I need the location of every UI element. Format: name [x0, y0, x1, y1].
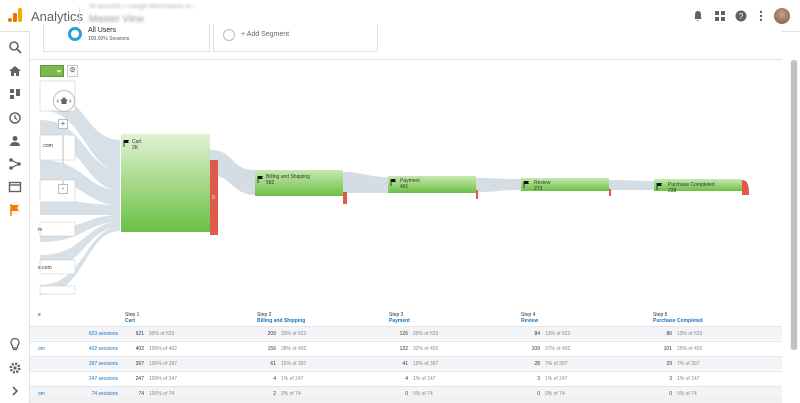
row-count: 132 — [399, 346, 408, 352]
drop-off-bar — [742, 180, 749, 195]
drop-off-bar — [609, 189, 611, 196]
row-percentage: 13% of 623 — [545, 331, 571, 337]
table-header-step: Step 4 Review — [521, 312, 538, 324]
drop-off-marker: 0 — [212, 195, 215, 201]
row-count: 101 — [663, 346, 672, 352]
row-percentage: 1% of 247 — [281, 376, 304, 382]
step-name-link[interactable]: Payment — [389, 318, 410, 324]
row-percentage: 100% of 397 — [149, 361, 178, 367]
node-label-review: Review 273 — [534, 180, 550, 192]
table-row: om 402 sessions 402 100% of 402 156 38% of 40… — [30, 341, 782, 355]
row-percentage: 25% of 402 — [677, 346, 703, 352]
source-node — [39, 221, 76, 237]
row-count: 4 — [405, 376, 408, 382]
node-value: 273 — [534, 186, 543, 192]
row-percentage: 99% of 623 — [149, 331, 175, 337]
source-label: e.com — [38, 265, 52, 271]
row-percentage: 13% of 623 — [677, 331, 703, 337]
row-count: 126 — [399, 331, 408, 337]
settings-gear-button[interactable]: ⚙ — [67, 65, 78, 77]
node-value: 582 — [266, 180, 275, 186]
horizontal-scrollbar[interactable] — [30, 395, 782, 403]
row-percentage: 1% of 247 — [677, 376, 700, 382]
chevron-down-icon — [56, 69, 62, 73]
row-sessions-link[interactable]: 623 sessions — [89, 331, 118, 337]
source-label: m — [38, 227, 43, 233]
row-count: 61 — [270, 361, 276, 367]
step-name-link[interactable]: Purchase Completed — [653, 318, 703, 324]
table-row: 247 sessions 247 100% of 247 4 1% of 247 4 1% … — [30, 371, 782, 385]
row-count: 402 — [135, 346, 144, 352]
row-percentage: 10% of 397 — [413, 361, 439, 367]
row-percentage: 100% of 402 — [149, 346, 178, 352]
source-node — [39, 285, 76, 295]
row-sessions-link[interactable]: 402 sessions — [89, 346, 118, 352]
row-count: 156 — [267, 346, 276, 352]
step-name-link[interactable]: Billing and Shipping — [257, 318, 305, 324]
row-sessions-link[interactable]: 247 sessions — [89, 376, 118, 382]
table-row: 397 sessions 397 100% of 397 61 15% of 397 41… — [30, 356, 782, 370]
row-count: 3 — [537, 376, 540, 382]
row-count: 4 — [273, 376, 276, 382]
row-percentage: 1% of 247 — [545, 376, 568, 382]
row-count: 621 — [135, 331, 144, 337]
row-count: 3 — [669, 376, 672, 382]
row-percentage: 32% of 402 — [413, 346, 439, 352]
drop-off-bar — [476, 190, 478, 199]
row-percentage: 33% of 623 — [281, 331, 307, 337]
zoom-slider[interactable] — [62, 129, 64, 184]
vertical-scrollbar-thumb[interactable] — [791, 60, 797, 350]
row-count: 109 — [531, 346, 540, 352]
node-label-billing: Billing and Shipping 582 — [266, 174, 310, 186]
node-value: 238 — [668, 188, 677, 194]
row-count: 209 — [267, 331, 276, 337]
funnel-table: e Step 1 Cart Step 2 Billing and Shippin… — [30, 312, 782, 403]
row-sessions-link[interactable]: 397 sessions — [89, 361, 118, 367]
table-header-step: Step 5 Purchase Completed — [653, 312, 703, 324]
zoom-out-button[interactable]: - — [58, 184, 68, 194]
row-count: 29 — [666, 361, 672, 367]
row-count: 41 — [402, 361, 408, 367]
row-percentage: 1% of 247 — [413, 376, 436, 382]
node-value: 2K — [132, 145, 139, 151]
source-label: .com — [42, 143, 53, 149]
row-percentage: 27% of 402 — [545, 346, 571, 352]
step-name-link[interactable]: Cart — [125, 318, 139, 324]
row-percentage: 38% of 402 — [281, 346, 307, 352]
row-source-link[interactable]: om — [38, 346, 45, 352]
node-label-purchase: Purchase Completed 238 — [668, 182, 715, 194]
step-flow — [476, 178, 521, 192]
home-pan-icon — [56, 97, 72, 104]
node-label-payment: Payment 491 — [400, 178, 420, 190]
row-percentage: 15% of 397 — [281, 361, 307, 367]
row-percentage: 100% of 247 — [149, 376, 178, 382]
table-header-step: Step 1 Cart — [125, 312, 139, 324]
node-label-cart: Cart 2K — [132, 139, 141, 151]
row-count: 397 — [135, 361, 144, 367]
table-header-step: Step 3 Payment — [389, 312, 410, 324]
row-count: 247 — [135, 376, 144, 382]
node-value: 491 — [400, 184, 409, 190]
step-name-link[interactable]: Review — [521, 318, 538, 324]
row-percentage: 20% of 623 — [413, 331, 439, 337]
table-header-step: Step 2 Billing and Shipping — [257, 312, 305, 324]
row-percentage: 7% of 397 — [545, 361, 568, 367]
row-count: 86 — [666, 331, 672, 337]
step-flow — [609, 180, 654, 190]
table-row: 623 sessions 621 99% of 623 209 33% of 623 12… — [30, 326, 782, 340]
table-header-source: e — [38, 312, 41, 318]
row-percentage: 7% of 397 — [677, 361, 700, 367]
row-count: 84 — [534, 331, 540, 337]
step-flow — [343, 172, 388, 193]
zoom-in-button[interactable]: + — [58, 119, 68, 129]
drop-off-bar — [343, 192, 347, 204]
row-count: 28 — [534, 361, 540, 367]
